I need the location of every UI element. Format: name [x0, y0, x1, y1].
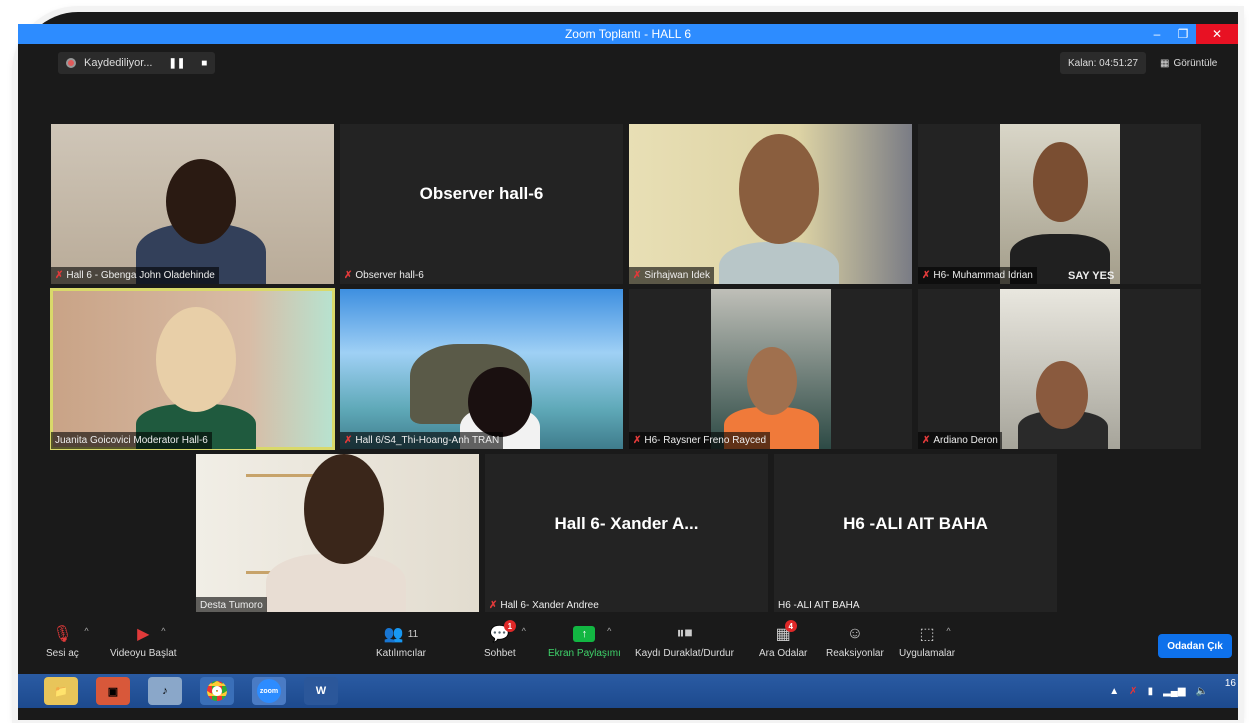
- video-tile[interactable]: ✗ Hall 6/S4_Thi-Hoang-Anh TRAN: [340, 289, 623, 449]
- reactions-button[interactable]: ☺ Reaksiyonlar: [826, 624, 884, 659]
- view-button[interactable]: ▦ Görüntüle: [1156, 52, 1221, 74]
- video-tile[interactable]: H6 -ALI AIT BAHA H6 -ALI AIT BAHA: [774, 454, 1057, 614]
- title-bar: Zoom Toplantı - HALL 6 – ❐ ✕: [18, 24, 1238, 44]
- participants-count: 11: [407, 628, 419, 640]
- participant-name: ✗ Hall 6 - Gbenga John Oladehinde: [51, 267, 219, 284]
- record-control-label: Kaydı Duraklat/Durdur: [635, 648, 734, 659]
- participants-label: Katılımcılar: [376, 648, 427, 659]
- start-video-label: Videoyu Başlat: [110, 648, 177, 659]
- volume-icon[interactable]: 🔈: [1196, 686, 1208, 697]
- close-icon[interactable]: ✕: [1196, 24, 1238, 44]
- record-dot-icon: [66, 58, 76, 68]
- chevron-up-icon[interactable]: ^: [522, 626, 526, 636]
- mic-muted-icon: ✗: [922, 270, 931, 281]
- mic-muted-icon: ✗: [344, 435, 353, 446]
- pause-recording-icon[interactable]: ❚❚: [168, 58, 185, 69]
- video-tile-active-speaker[interactable]: Juanita Goicovici Moderator Hall-6: [50, 288, 335, 450]
- participant-display-name: Observer hall-6: [419, 184, 544, 203]
- chrome-icon[interactable]: [200, 677, 234, 705]
- participant-name: ✗ Ardiano Deron: [918, 432, 1002, 449]
- chat-badge: 1: [503, 620, 516, 632]
- file-explorer-icon[interactable]: 📁: [44, 677, 78, 705]
- chevron-up-icon[interactable]: ^: [607, 626, 611, 636]
- mic-muted-icon: ✗: [922, 435, 931, 446]
- chevron-up-icon[interactable]: ^: [946, 626, 950, 636]
- meeting-toolbar: 🎙 ^ Sesi aç ▶ ^ Videoyu Başlat 👥 11 Katılım…: [18, 612, 1238, 674]
- apps-icon: ⬚: [919, 626, 935, 643]
- mic-muted-icon: ✗: [489, 600, 498, 611]
- participant-display-name: Hall 6- Xander A...: [554, 514, 699, 533]
- mic-muted-icon: ✗: [55, 270, 64, 281]
- chat-button[interactable]: 💬 1 ^ Sohbet: [484, 620, 526, 659]
- network-error-icon[interactable]: ✗: [1129, 686, 1137, 697]
- breakout-badge: 4: [784, 620, 797, 632]
- leave-room-button[interactable]: Odadan Çık: [1158, 634, 1232, 658]
- stop-recording-icon[interactable]: ■: [201, 58, 207, 69]
- window-title: Zoom Toplantı - HALL 6: [564, 27, 692, 41]
- view-label: Görüntüle: [1173, 57, 1218, 69]
- participant-name: ✗ H6- Raysner Freno Rayced: [629, 432, 771, 449]
- grid-icon: ▦: [1160, 57, 1170, 69]
- mic-muted-icon: ✗: [344, 270, 353, 281]
- recording-indicator: Kaydediliyor... ❚❚ ■: [58, 52, 216, 74]
- app-icon[interactable]: ▣: [96, 677, 130, 705]
- video-tile[interactable]: SAY YES ✗ H6- Muhammad Idrian: [918, 124, 1201, 284]
- time-remaining: Kalan: 04:51:27: [1060, 52, 1147, 74]
- video-tile[interactable]: Desta Tumoro: [196, 454, 479, 614]
- share-screen-icon: ↑: [573, 626, 596, 642]
- media-icon[interactable]: ♪: [148, 677, 182, 705]
- share-screen-button[interactable]: ↑ ^ Ekran Paylaşımı: [548, 624, 621, 659]
- shirt-text: SAY YES: [1068, 270, 1115, 282]
- apps-label: Uygulamalar: [899, 648, 956, 659]
- participants-button[interactable]: 👥 11 Katılımcılar: [376, 624, 426, 659]
- breakout-rooms-label: Ara Odalar: [759, 648, 808, 659]
- clock[interactable]: 16: [1225, 678, 1236, 689]
- breakout-rooms-button[interactable]: ▦ 4 Ara Odalar: [759, 620, 808, 659]
- chat-label: Sohbet: [484, 648, 516, 659]
- reactions-label: Reaksiyonlar: [826, 648, 884, 659]
- start-video-button[interactable]: ▶ ^ Videoyu Başlat: [110, 624, 177, 659]
- mic-muted-icon: ✗: [633, 435, 642, 446]
- mic-muted-icon: ✗: [633, 270, 642, 281]
- word-icon[interactable]: W: [304, 677, 338, 705]
- video-tile[interactable]: ✗ Ardiano Deron: [918, 289, 1201, 449]
- video-tile[interactable]: Hall 6- Xander A... ✗ Hall 6- Xander Andr…: [485, 454, 768, 614]
- video-tile[interactable]: Observer hall-6 ✗ Observer hall-6: [340, 124, 623, 284]
- signal-icon[interactable]: ▂▄▆: [1163, 686, 1185, 697]
- mic-off-icon: 🎙: [52, 626, 73, 643]
- participant-name: ✗ Observer hall-6: [344, 270, 424, 281]
- share-screen-label: Ekran Paylaşımı: [548, 648, 621, 659]
- unmute-label: Sesi aç: [46, 648, 79, 659]
- pause-stop-recording-button[interactable]: ⏸⏹ Kaydı Duraklat/Durdur: [635, 624, 734, 659]
- video-tile[interactable]: ✗ Sirhajwan Idek: [629, 124, 912, 284]
- meeting-area: Kaydediliyor... ❚❚ ■ Kalan: 04:51:27 ▦ G…: [18, 44, 1238, 674]
- pause-stop-icon: ⏸⏹: [676, 625, 693, 642]
- system-tray: ▲ ✗ ▮ ▂▄▆ 🔈: [1109, 674, 1208, 708]
- show-hidden-icons-icon[interactable]: ▲: [1109, 686, 1119, 697]
- reactions-icon: ☺: [846, 625, 864, 642]
- participants-icon: 👥: [383, 626, 404, 643]
- unmute-button[interactable]: 🎙 ^ Sesi aç: [46, 624, 89, 659]
- window-controls: – ❐ ✕: [1144, 24, 1238, 44]
- minimize-icon[interactable]: –: [1144, 24, 1170, 44]
- video-tile[interactable]: ✗ Hall 6 - Gbenga John Oladehinde: [51, 124, 334, 284]
- participant-name: ✗ Sirhajwan Idek: [629, 267, 714, 284]
- chevron-up-icon[interactable]: ^: [161, 626, 165, 636]
- windows-taskbar: 📁 ▣ ♪ zoom W ▲ ✗ ▮ ▂▄▆ 🔈 16: [18, 674, 1238, 708]
- participant-name: Juanita Goicovici Moderator Hall-6: [51, 432, 212, 449]
- participant-name: ✗ Hall 6/S4_Thi-Hoang-Anh TRAN: [340, 432, 504, 449]
- chevron-up-icon[interactable]: ^: [84, 626, 88, 636]
- battery-icon[interactable]: ▮: [1148, 686, 1154, 697]
- participant-display-name: H6 -ALI AIT BAHA: [843, 514, 988, 533]
- video-off-icon: ▶: [137, 626, 150, 643]
- recording-label: Kaydediliyor...: [84, 57, 153, 69]
- zoom-window: Zoom Toplantı - HALL 6 – ❐ ✕ Kaydediliyo…: [18, 12, 1238, 720]
- participant-name: ✗ H6- Muhammad Idrian: [918, 267, 1037, 284]
- video-tile[interactable]: ✗ H6- Raysner Freno Rayced: [629, 289, 912, 449]
- apps-button[interactable]: ⬚ ^ Uygulamalar: [899, 624, 955, 659]
- zoom-taskbar-icon[interactable]: zoom: [252, 677, 286, 705]
- restore-icon[interactable]: ❐: [1170, 24, 1196, 44]
